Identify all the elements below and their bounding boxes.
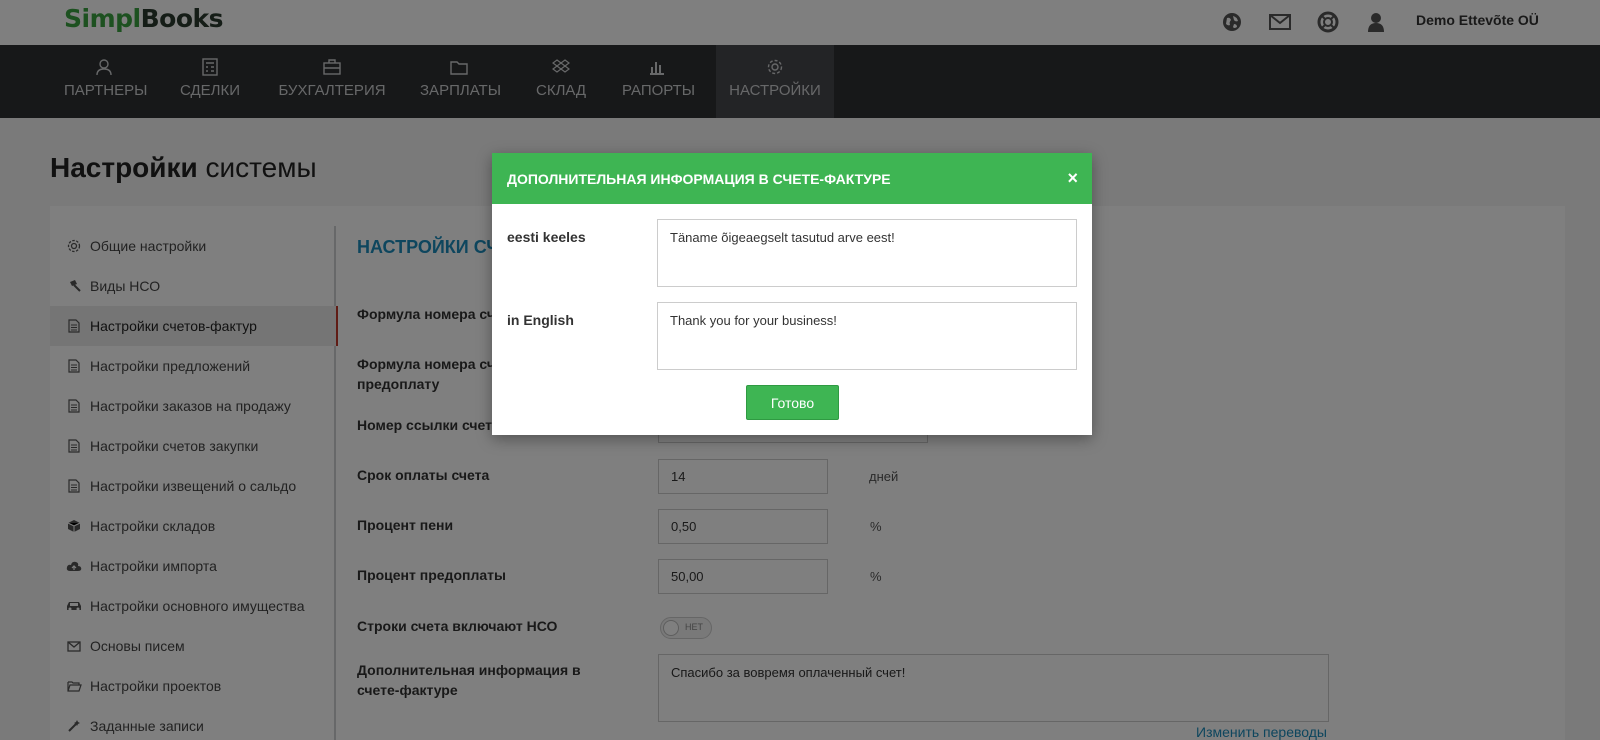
english-textarea[interactable]: Thank you for your business! — [657, 302, 1077, 370]
additional-info-modal: ДОПОЛНИТЕЛЬНАЯ ИНФОРМАЦИЯ В СЧЕТЕ-ФАКТУР… — [492, 153, 1092, 435]
done-button[interactable]: Готово — [746, 385, 839, 420]
estonian-textarea[interactable]: Täname õigeaegselt tasutud arve eest! — [657, 219, 1077, 287]
close-icon[interactable]: × — [1067, 168, 1078, 189]
estonian-label: eesti keeles — [507, 229, 586, 245]
modal-header: ДОПОЛНИТЕЛЬНАЯ ИНФОРМАЦИЯ В СЧЕТЕ-ФАКТУР… — [492, 153, 1092, 204]
modal-title: ДОПОЛНИТЕЛЬНАЯ ИНФОРМАЦИЯ В СЧЕТЕ-ФАКТУР… — [507, 171, 891, 187]
english-label: in English — [507, 312, 574, 328]
